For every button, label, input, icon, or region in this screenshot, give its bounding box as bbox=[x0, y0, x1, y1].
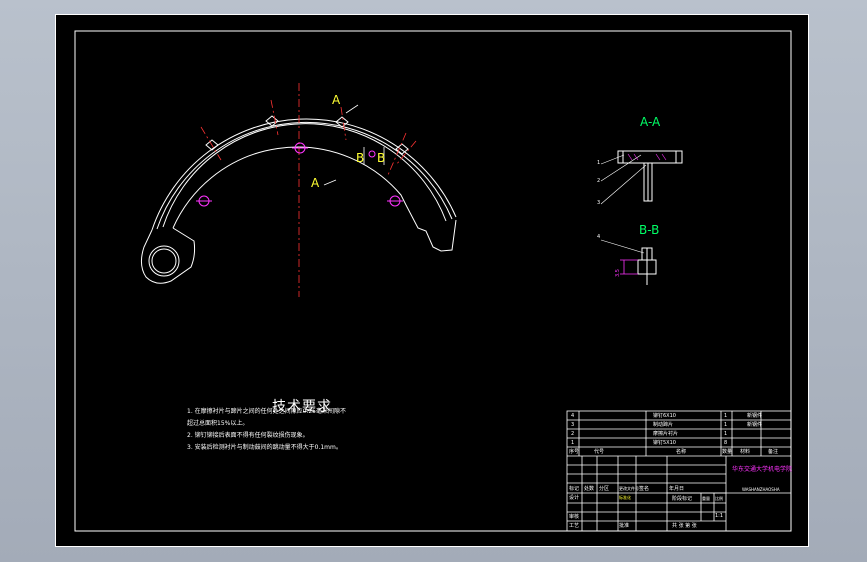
bom-header: 材料 bbox=[740, 449, 751, 455]
bom-header: 代号 bbox=[594, 449, 605, 455]
tb-label: 分区 bbox=[599, 486, 610, 492]
leader-number: 2 bbox=[597, 178, 601, 184]
cut-label-b-right: B bbox=[377, 151, 386, 165]
section-cut-lines bbox=[323, 104, 385, 186]
bom-material: 新钢件 bbox=[747, 413, 763, 419]
bom-no: 2 bbox=[571, 431, 575, 437]
bom-qty: 8 bbox=[724, 440, 728, 446]
bom-header: 数量 bbox=[722, 449, 733, 455]
leader-number: 1 bbox=[597, 160, 601, 166]
bom-qty: 1 bbox=[724, 413, 728, 419]
tb-scale: 比例 bbox=[715, 496, 723, 501]
section-bb-title: B-B bbox=[639, 223, 660, 237]
leader-number: 4 bbox=[597, 234, 601, 240]
bom-name: 铆钉6X10 bbox=[653, 413, 676, 419]
bom-material: 新钢件 bbox=[747, 422, 763, 428]
bom-no: 3 bbox=[571, 422, 575, 428]
cut-label-a-bottom: A bbox=[311, 176, 320, 190]
tb-review: 审核 bbox=[569, 514, 580, 520]
tech-requirement-line: 1. 在摩擦衬片与蹄片之间的任何处之间隙应0.25毫米间隙不 bbox=[187, 408, 346, 415]
cut-label-b-left: B bbox=[356, 151, 365, 165]
tech-requirement-line: 超过总面积15%以上。 bbox=[187, 420, 249, 427]
tb-standard: 标准化 bbox=[619, 495, 631, 500]
bom-header: 名称 bbox=[676, 449, 687, 455]
center-lines bbox=[200, 83, 417, 297]
bom-no: 1 bbox=[571, 440, 575, 446]
tb-label: 更改文件号 bbox=[619, 486, 639, 491]
section-bb-view bbox=[600, 239, 657, 285]
section-aa-hatch bbox=[627, 153, 667, 161]
hole-markers bbox=[196, 142, 403, 207]
tb-label: 签名 bbox=[639, 486, 650, 492]
cad-drawing bbox=[74, 30, 792, 532]
section-aa-title: A-A bbox=[640, 115, 661, 129]
tb-stage: 阶段标记 bbox=[672, 496, 693, 502]
cut-label-a-top: A bbox=[332, 93, 341, 107]
bom-name: 制动蹄片 bbox=[653, 422, 674, 428]
bom-header: 备注 bbox=[768, 449, 779, 455]
tb-scale-value: 1:1 bbox=[715, 513, 724, 519]
tb-sheet: 共 张 第 张 bbox=[672, 523, 697, 529]
tb-approve: 批准 bbox=[619, 523, 630, 529]
drawing-number: WASHANZHAOSHA bbox=[742, 487, 780, 492]
bom-header: 序号 bbox=[569, 449, 580, 455]
bom-name: 摩擦片衬片 bbox=[653, 431, 679, 437]
tb-design: 设计 bbox=[569, 495, 580, 501]
bom-name: 铆钉5X10 bbox=[653, 440, 676, 446]
tb-label: 年月日 bbox=[669, 486, 685, 492]
bom-no: 4 bbox=[571, 413, 575, 419]
tb-weight: 重量 bbox=[702, 496, 710, 501]
tb-label: 标记 bbox=[569, 486, 580, 492]
section-bb-dim bbox=[620, 259, 638, 275]
section-aa-view bbox=[600, 150, 683, 205]
tech-requirement-line: 3. 安装后检测衬片与制动鼓间的跳动量不得大于0.1mm。 bbox=[187, 444, 342, 451]
bom-qty: 1 bbox=[724, 422, 728, 428]
school-name: 华东交通大学机电学院 bbox=[732, 466, 793, 473]
dimension-text: 3.5 bbox=[615, 269, 621, 277]
tb-process: 工艺 bbox=[569, 523, 580, 529]
drawing-sheet: A-A B-B A A B B 1 2 3 4 3.5 技术要求 1. 在摩擦衬… bbox=[55, 14, 809, 547]
tb-label: 处数 bbox=[584, 486, 595, 492]
bom-qty: 1 bbox=[724, 431, 728, 437]
leader-number: 3 bbox=[597, 200, 601, 206]
tech-requirement-line: 2. 铆钉铆接后表面不得有任何裂纹损伤现象。 bbox=[187, 432, 309, 439]
